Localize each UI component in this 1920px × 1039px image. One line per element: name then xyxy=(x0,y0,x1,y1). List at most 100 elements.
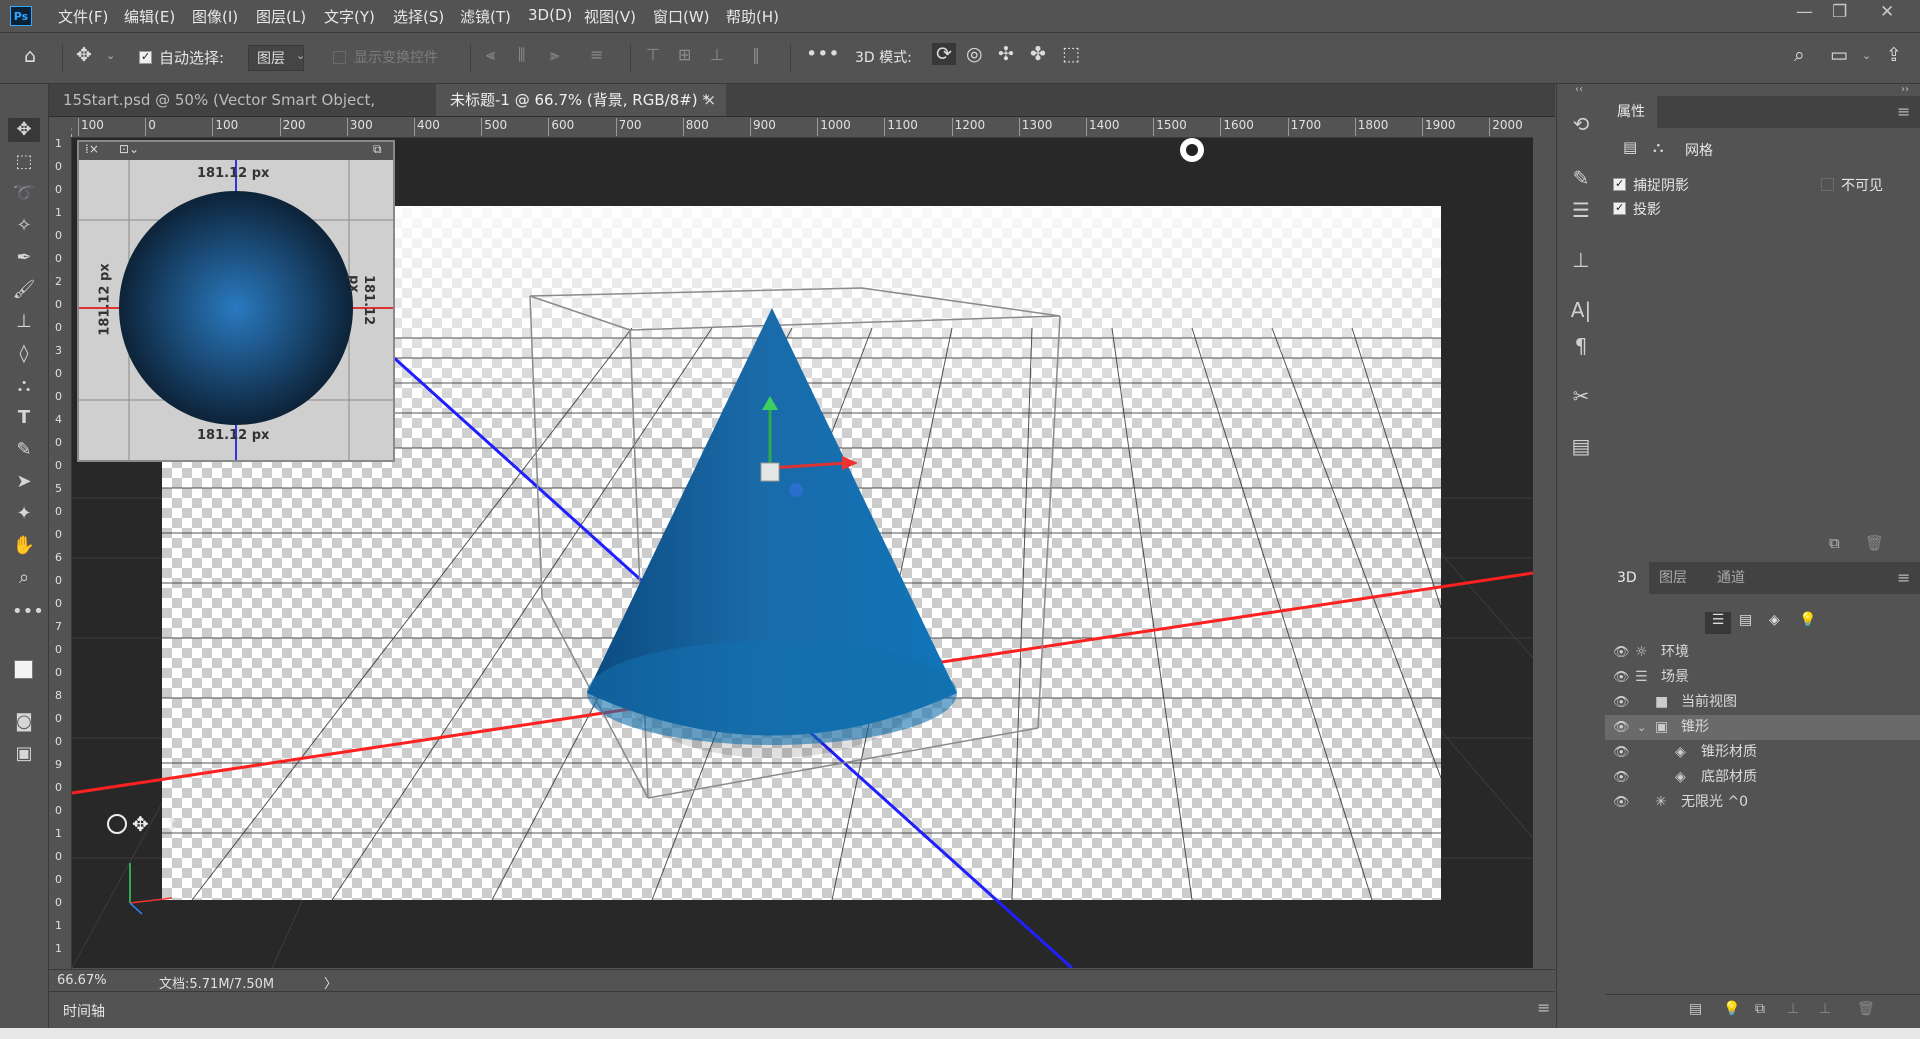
brush-tool-icon[interactable]: 🖌 xyxy=(12,278,36,302)
menu-file[interactable]: 文件(F) xyxy=(58,6,108,27)
screen-mode-icon[interactable]: ▣ xyxy=(12,742,36,766)
tab-15start[interactable]: 15Start.psd @ 50% (Vector Smart Object, … xyxy=(49,84,434,141)
secondary-view-panel[interactable]: ⁞× ⊡⌄ ⧉ 181.12 px 181.12 px 181.12 px 18… xyxy=(77,140,395,462)
shape-tool-icon[interactable]: ✦ xyxy=(12,502,36,526)
stamp-tool-icon[interactable]: ⊥ xyxy=(12,310,36,334)
new-mesh-icon[interactable]: ▤ xyxy=(1689,1001,1702,1017)
libraries-icon[interactable]: ▤ xyxy=(1569,434,1593,458)
history-icon[interactable]: ⟲ xyxy=(1569,112,1593,136)
paint-bucket-tool-icon[interactable]: ⛬ xyxy=(12,374,36,398)
eyedropper-tool-icon[interactable]: ✒ xyxy=(12,246,36,270)
paragraph-icon[interactable]: ¶ xyxy=(1569,334,1593,358)
character-icon[interactable]: A| xyxy=(1569,298,1593,322)
layer-row-cone-material[interactable]: 👁 ◈ 锥形材质 xyxy=(1605,740,1920,765)
menu-filter[interactable]: 滤镜(T) xyxy=(460,6,511,27)
timeline-tab[interactable]: 时间轴 xyxy=(63,1001,105,1021)
zoom-tool-icon[interactable]: ⌕ xyxy=(12,566,36,590)
clone-source-icon[interactable]: ⊥ xyxy=(1569,248,1593,272)
cast-shadow-checkbox[interactable] xyxy=(1613,202,1626,215)
menu-3d[interactable]: 3D(D) xyxy=(528,6,572,24)
foreground-color-swatch[interactable] xyxy=(14,660,33,679)
eye-icon[interactable]: 👁 xyxy=(1613,740,1630,765)
canvas-area[interactable]: ✥ ↕ ⁞× ⊡⌄ ⧉ 181.12 px 181.12 px 181.12 p… xyxy=(72,138,1533,968)
filter-scene-icon[interactable]: ☰ xyxy=(1705,612,1731,634)
status-menu-arrow[interactable]: 〉 xyxy=(324,973,337,992)
menu-select[interactable]: 选择(S) xyxy=(393,6,444,27)
align-center-icon[interactable]: ⫼ xyxy=(518,45,525,65)
invisible-checkbox[interactable] xyxy=(1821,178,1834,191)
eye-icon[interactable]: 👁 xyxy=(1613,665,1630,690)
show-transform-checkbox[interactable] xyxy=(333,51,346,64)
menu-edit[interactable]: 编辑(E) xyxy=(124,6,175,27)
distribute-icon[interactable]: ≡ xyxy=(590,45,603,64)
layer-row-current-view[interactable]: 👁 ■ 当前视图 xyxy=(1605,690,1920,715)
tool-presets-icon[interactable]: ✂ xyxy=(1569,384,1593,408)
align-top-icon[interactable]: ⊤ xyxy=(646,45,660,64)
type-tool-icon[interactable]: T xyxy=(12,406,36,430)
view-select-icon[interactable]: ⊡⌄ xyxy=(119,142,139,156)
tab-properties[interactable]: 属性 xyxy=(1605,96,1657,128)
drag-3d-icon[interactable]: ✣ xyxy=(998,43,1014,65)
eye-icon[interactable]: 👁 xyxy=(1613,765,1630,790)
menu-view[interactable]: 视图(V) xyxy=(584,6,636,27)
tab-untitled-1[interactable]: 未标题-1 @ 66.7% (背景, RGB/8#) * × xyxy=(436,84,726,116)
filter-material-icon[interactable]: ◈ xyxy=(1769,612,1780,628)
share-icon[interactable]: ⇪ xyxy=(1886,44,1902,66)
render-icon[interactable]: ⧉ xyxy=(1829,534,1840,552)
tab-channels[interactable]: 通道 xyxy=(1705,562,1757,594)
search-icon[interactable]: ⌕ xyxy=(1794,44,1805,66)
eye-icon[interactable]: 👁 xyxy=(1613,790,1630,815)
align-left-icon[interactable]: ⫷ xyxy=(486,45,495,65)
filter-mesh-icon[interactable]: ▤ xyxy=(1739,612,1752,628)
adjustments-icon[interactable]: ☰ xyxy=(1569,198,1593,222)
menu-type[interactable]: 文字(Y) xyxy=(324,6,375,27)
deform-icon[interactable]: ⛬ xyxy=(1653,138,1664,156)
eye-icon[interactable]: 👁 xyxy=(1613,690,1630,715)
close-icon[interactable]: ⁞× xyxy=(85,142,99,156)
chevron-down-icon[interactable]: ⌄ xyxy=(1637,715,1646,740)
tab-layers[interactable]: 图层 xyxy=(1647,562,1699,594)
trash-icon[interactable]: 🗑 xyxy=(1857,1001,1875,1017)
more-tools-icon[interactable]: ••• xyxy=(12,600,44,624)
collapse-arrows-icon[interactable]: ›› xyxy=(1901,84,1909,95)
scale-3d-icon[interactable]: ⬚ xyxy=(1062,43,1080,65)
eye-icon[interactable]: 👁 xyxy=(1613,640,1630,665)
layer-row-cone[interactable]: 👁 ⌄ ▣ 锥形 xyxy=(1605,715,1920,740)
quick-mask-icon[interactable]: ◙ xyxy=(12,710,36,734)
magic-wand-tool-icon[interactable]: ✧ xyxy=(12,214,36,238)
collapse-arrows-icon[interactable]: ‹‹ xyxy=(1575,84,1583,95)
menu-window[interactable]: 窗口(W) xyxy=(653,6,710,27)
menu-layer[interactable]: 图层(L) xyxy=(256,6,306,27)
new-light-icon[interactable]: 💡 xyxy=(1723,1001,1740,1017)
align-bottom-icon[interactable]: ⊥ xyxy=(710,45,724,64)
zoom-level[interactable]: 66.67% xyxy=(57,973,107,988)
pen-tool-icon[interactable]: ✎ xyxy=(12,438,36,462)
eye-icon[interactable]: 👁 xyxy=(1613,715,1630,740)
trash-icon[interactable]: 🗑 xyxy=(1865,534,1884,552)
layer-row-infinite-light[interactable]: 👁 ✳ 无限光 ^0 xyxy=(1605,790,1920,815)
panel-menu-icon[interactable]: ≡ xyxy=(1897,102,1910,121)
lasso-tool-icon[interactable]: ➰ xyxy=(12,182,36,206)
distribute-v-icon[interactable]: ‖ xyxy=(752,45,760,64)
panel-menu-icon[interactable]: ≡ xyxy=(1897,568,1910,587)
brush-settings-icon[interactable]: ✎ xyxy=(1569,166,1593,190)
align-middle-icon[interactable]: ⊞ xyxy=(678,45,691,64)
chevron-down-icon[interactable]: ⌄ xyxy=(106,49,115,62)
auto-select-checkbox[interactable] xyxy=(139,51,152,64)
move-tool-icon[interactable]: ✥ xyxy=(8,118,40,142)
roll-3d-icon[interactable]: ◎ xyxy=(966,43,983,65)
minimize-button[interactable]: — xyxy=(1796,2,1813,22)
tab-3d[interactable]: 3D xyxy=(1605,562,1649,594)
chevron-down-icon[interactable]: ⌄ xyxy=(1862,49,1871,62)
orbit-3d-icon[interactable]: ⟳ xyxy=(932,43,956,65)
drop-to-ground-icon[interactable]: ⊥ xyxy=(1787,1001,1799,1017)
close-icon[interactable]: × xyxy=(703,84,716,116)
swap-view-icon[interactable]: ⧉ xyxy=(373,142,382,157)
eraser-tool-icon[interactable]: ◊ xyxy=(12,342,36,366)
move-tool-icon[interactable]: ✥ xyxy=(76,44,92,66)
menu-help[interactable]: 帮助(H) xyxy=(726,6,779,27)
close-window-button[interactable]: ✕ xyxy=(1880,2,1894,22)
hand-tool-icon[interactable]: ✋ xyxy=(12,534,36,558)
layer-row-bottom-material[interactable]: 👁 ◈ 底部材质 xyxy=(1605,765,1920,790)
home-icon[interactable]: ⌂ xyxy=(24,45,36,67)
